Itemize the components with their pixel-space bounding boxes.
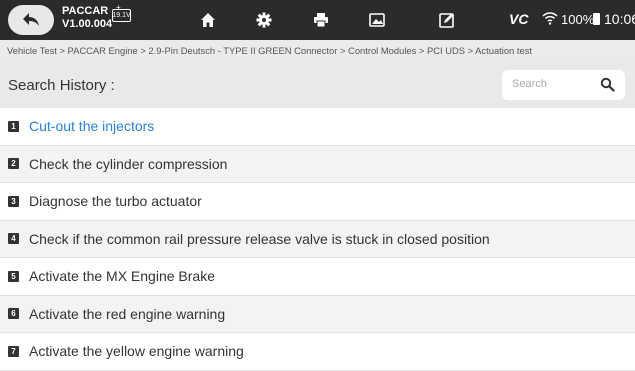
item-number: 1 [8,120,19,132]
item-label: Activate the MX Engine Brake [29,268,215,285]
battery-voltage-badge: 19.1V [112,9,131,22]
search-box[interactable]: Search [502,70,625,100]
top-bar: PACCAR V1.00.004 + 19.1V VC 100% 10:06 [0,0,635,40]
item-label: Check if the common rail pressure releas… [29,230,490,247]
print-icon [314,13,328,28]
edit-button[interactable] [437,10,457,30]
item-number: 4 [8,233,19,245]
list-item[interactable]: 2 Check the cylinder compression [0,145,635,183]
search-icon[interactable] [600,77,615,92]
item-number: 2 [8,158,19,170]
vci-status: VC [509,11,529,27]
item-number: 3 [8,195,19,207]
battery-icon [593,13,600,25]
item-label: Activate the red engine warning [29,305,226,322]
search-history-title: Search History : [8,77,115,94]
wifi-icon [542,12,558,25]
battery-percent: 100% [561,12,595,27]
vehicle-name: PACCAR [62,5,109,17]
item-number: 7 [8,345,19,357]
home-button[interactable] [198,10,218,30]
item-number: 5 [8,270,19,282]
settings-icon [256,12,272,28]
search-header: Search History : Search [0,62,635,108]
edit-icon [439,13,454,28]
list-item[interactable]: 1 Cut-out the injectors [0,108,635,146]
software-version: V1.00.004 [62,18,113,30]
home-icon [201,13,215,27]
list-item[interactable]: 7 Activate the yellow engine warning [0,333,635,371]
list-item[interactable]: 6 Activate the red engine warning [0,295,635,333]
actuation-test-list: 1 Cut-out the injectors 2 Check the cyli… [0,108,635,371]
item-label: Diagnose the turbo actuator [29,193,202,210]
item-label: Cut-out the injectors [29,118,155,135]
search-input[interactable]: Search [512,78,547,90]
back-button[interactable] [8,5,54,35]
item-label: Activate the yellow engine warning [29,343,244,360]
clock: 10:06 [604,11,635,27]
list-item[interactable]: 5 Activate the MX Engine Brake [0,258,635,296]
item-number: 6 [8,308,19,320]
vehicle-info: PACCAR V1.00.004 [62,5,112,31]
list-item[interactable]: 3 Diagnose the turbo actuator [0,183,635,221]
back-arrow-icon [23,13,39,26]
list-item[interactable]: 4 Check if the common rail pressure rele… [0,220,635,258]
print-button[interactable] [311,10,331,30]
screenshot-button[interactable] [367,10,387,30]
breadcrumb: Vehicle Test > PACCAR Engine > 2.9-Pin D… [0,40,635,62]
item-label: Check the cylinder compression [29,155,228,172]
screenshot-icon [369,13,385,27]
settings-button[interactable] [254,10,274,30]
